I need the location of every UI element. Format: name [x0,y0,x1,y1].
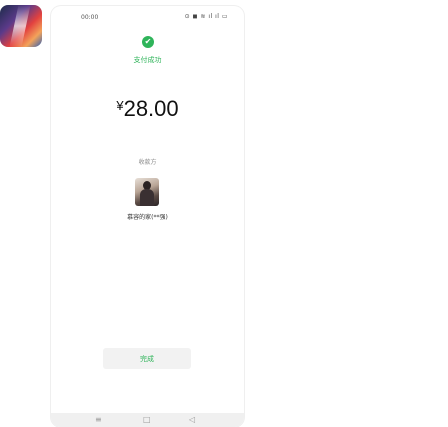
amount-value: 28.00 [123,96,179,121]
payment-status-label: 支付成功 [133,56,162,64]
app-icon-shine [9,5,31,47]
payee-name: 慕容的家(**强) [127,214,168,221]
payment-amount: ¥28.00 [51,96,244,122]
avatar-body [140,189,154,206]
phone-screen: 00:00 ⊙ ◼ ≋ ıl ıl ▭ ✔ 支付成功 ¥28.00 收款方 慕容… [51,6,244,427]
home-icon[interactable]: □ [143,415,151,425]
done-button[interactable]: 完成 [103,348,191,369]
back-icon[interactable]: ◁ [189,415,195,425]
payee-avatar [135,178,159,206]
app-icon[interactable] [0,5,42,47]
menu-icon[interactable]: ≡ [95,415,102,425]
status-icons: ⊙ ◼ ≋ ıl ıl ▭ [184,13,228,20]
status-bar: 00:00 ⊙ ◼ ≋ ıl ıl ▭ [51,6,244,26]
navigation-bar: ≡ □ ◁ [51,413,244,427]
payee-caption: 收款方 [138,159,157,166]
success-check-icon: ✔ [142,36,154,48]
status-time: 00:00 [81,14,99,21]
currency-symbol: ¥ [116,98,124,113]
